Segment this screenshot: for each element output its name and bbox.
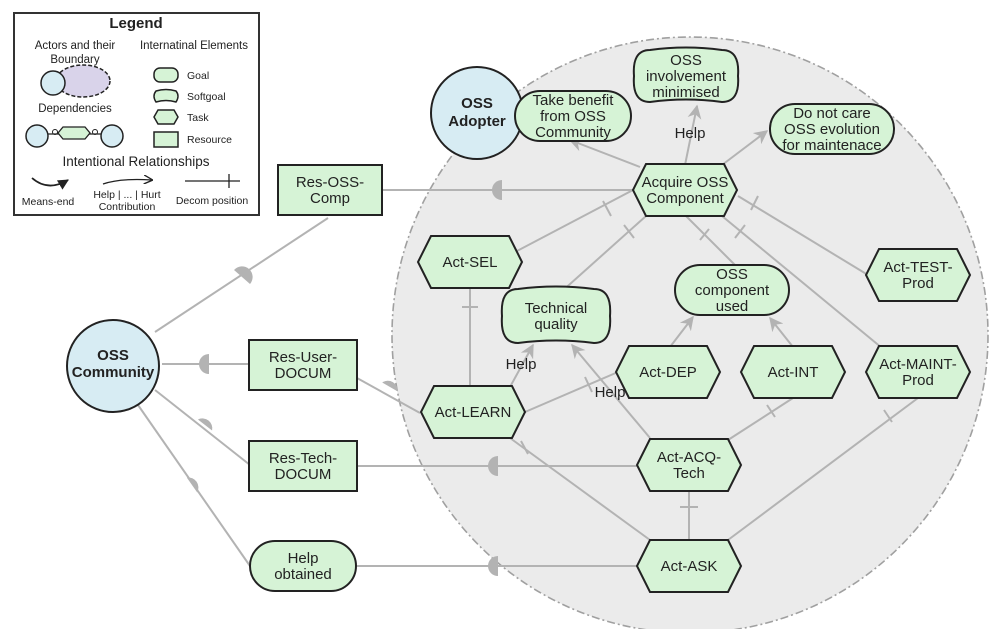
node-label: OSS	[716, 266, 748, 283]
node-involvement[interactable]: OSSinvolvementminimised	[632, 46, 740, 104]
node-label: Act-ASK	[661, 558, 718, 575]
node-act-ask[interactable]: Act-ASK	[635, 539, 743, 593]
legend-means-end-label: Means-end	[22, 196, 75, 208]
legend-contribution-label: Contribution	[99, 201, 156, 213]
node-label: Act-TEST-	[883, 259, 952, 276]
node-label: DOCUM	[275, 365, 332, 382]
legend-dependency-actor-icon	[25, 124, 49, 148]
legend: Legend Actors and their Boundary Interna…	[13, 12, 260, 216]
node-label: from OSS	[540, 108, 606, 125]
actor-oss-adopter[interactable]: OSS Adopter	[430, 66, 524, 160]
legend-contribution-label: Help | ... | Hurt	[93, 189, 160, 201]
dependency-marker	[199, 354, 209, 374]
node-label: Tech	[673, 465, 705, 482]
node-label: OSS	[670, 52, 702, 69]
node-label: Comp	[310, 190, 350, 207]
node-label: Res-Tech-	[269, 450, 337, 467]
legend-actors-heading: Actors and their	[35, 40, 116, 52]
node-act-dep[interactable]: Act-DEP	[614, 345, 722, 399]
node-label: Do not care	[793, 105, 871, 122]
node-label: quality	[534, 316, 578, 333]
legend-task-label: Task	[187, 112, 209, 124]
node-label: DOCUM	[275, 466, 332, 483]
dependency-marker	[197, 418, 213, 431]
actor-oss-community[interactable]: OSS Community	[66, 319, 160, 413]
node-act-acq-tech[interactable]: Act-ACQ-Tech	[635, 438, 743, 492]
node-label: Take benefit	[533, 92, 615, 109]
dependency-marker	[488, 556, 498, 576]
node-do-not-care[interactable]: Do not careOSS evolutionfor maintenace	[769, 103, 895, 155]
node-act-int[interactable]: Act-INT	[739, 345, 847, 399]
node-label: Res-OSS-	[296, 174, 364, 191]
node-label: Act-INT	[768, 364, 819, 381]
node-label: Act-DEP	[639, 364, 697, 381]
node-label: obtained	[274, 566, 332, 583]
actor-label: Community	[72, 364, 155, 381]
legend-decomposition-label: Decom position	[176, 195, 249, 207]
dep-edge-community-res-tech-docum	[154, 389, 251, 466]
node-label: Act-LEARN	[435, 404, 512, 421]
legend-task-icon	[153, 109, 179, 125]
contribution-label-help: Help	[675, 125, 706, 142]
node-label: Prod	[902, 372, 934, 389]
node-label: Component	[646, 190, 724, 207]
legend-dependency-task-icon	[57, 126, 91, 140]
legend-actor-icon	[40, 70, 66, 96]
node-take-benefit[interactable]: Take benefitfrom OSSCommunity	[514, 90, 632, 142]
actor-label: Adopter	[448, 113, 506, 130]
istar-diagram: Help Help Help OSS Community OSS Adopter…	[13, 12, 989, 629]
node-label: Technical	[525, 300, 588, 317]
node-label: Help	[288, 550, 319, 567]
node-acquire[interactable]: Acquire OSSComponent	[631, 163, 739, 217]
legend-dependency-actor-icon	[100, 124, 124, 148]
node-res-user-docum[interactable]: Res-User-DOCUM	[248, 339, 358, 391]
node-label: OSS evolution	[784, 121, 880, 138]
contribution-label-help: Help	[595, 384, 626, 401]
node-label: involvement	[646, 68, 727, 85]
legend-elements-heading: Internatinal Elements	[140, 40, 248, 52]
node-act-test[interactable]: Act-TEST-Prod	[864, 248, 972, 302]
node-tech-quality[interactable]: Technicalquality	[500, 285, 612, 345]
legend-relationships-heading: Intentional Relationships	[62, 154, 209, 169]
node-res-tech-docum[interactable]: Res-Tech-DOCUM	[248, 440, 358, 492]
legend-resource-icon	[153, 131, 179, 148]
legend-softgoal-icon	[153, 88, 179, 103]
legend-dependencies-heading: Dependencies	[38, 103, 112, 115]
actor-label: OSS	[97, 347, 129, 364]
legend-softgoal-label: Softgoal	[187, 91, 226, 103]
node-comp-used[interactable]: OSScomponentused	[674, 264, 790, 316]
contribution-label-help: Help	[506, 356, 537, 373]
node-label: Act-MAINT-	[879, 356, 957, 373]
node-label: Act-ACQ-	[657, 449, 721, 466]
node-label: minimised	[652, 84, 720, 101]
node-label: Res-User-	[269, 349, 337, 366]
node-label: used	[716, 298, 749, 315]
legend-goal-icon	[153, 67, 179, 83]
node-act-sel[interactable]: Act-SEL	[416, 235, 524, 289]
node-act-learn[interactable]: Act-LEARN	[419, 385, 527, 439]
node-label: Act-SEL	[442, 254, 497, 271]
node-label: Community	[535, 124, 611, 141]
legend-title: Legend	[109, 15, 162, 32]
node-res-oss-comp[interactable]: Res-OSS-Comp	[277, 164, 383, 216]
node-label: component	[695, 282, 770, 299]
node-label: for maintenace	[782, 137, 881, 154]
legend-goal-label: Goal	[187, 70, 209, 82]
node-help-obtained[interactable]: Helpobtained	[249, 540, 357, 592]
node-label: Prod	[902, 275, 934, 292]
legend-actors-heading: Boundary	[50, 54, 99, 66]
node-label: Acquire OSS	[642, 174, 729, 191]
actor-label: OSS	[461, 95, 493, 112]
legend-resource-label: Resource	[187, 134, 232, 146]
node-act-maint[interactable]: Act-MAINT-Prod	[864, 345, 972, 399]
